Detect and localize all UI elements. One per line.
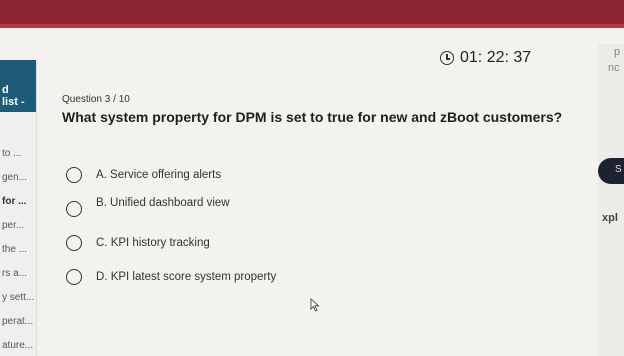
monitor-bezel-top: [0, 0, 624, 24]
nav-item[interactable]: ature...: [2, 340, 33, 351]
right-panel-text: p: [614, 46, 621, 58]
option-d[interactable]: D. KPI latest score system property: [66, 269, 276, 285]
option-b[interactable]: B. Unified dashboard view: [66, 197, 230, 217]
navigator-header-line: d: [2, 84, 9, 96]
right-side-panel: p nc xpl: [598, 44, 624, 356]
nav-item[interactable]: per...: [2, 220, 24, 231]
nav-item[interactable]: the ...: [2, 244, 27, 255]
option-a[interactable]: A. Service offering alerts: [66, 167, 221, 183]
question-counter: Question 3 / 10: [62, 94, 130, 105]
right-panel-text: nc: [608, 62, 620, 74]
option-c[interactable]: C. KPI history tracking: [66, 235, 210, 251]
side-toggle-button[interactable]: S: [598, 158, 624, 184]
mouse-cursor-icon: [310, 298, 320, 312]
nav-item[interactable]: for ...: [2, 196, 26, 207]
nav-item[interactable]: perat...: [2, 316, 33, 327]
option-label: B. Unified dashboard view: [96, 197, 230, 209]
right-panel-text: xpl: [602, 212, 618, 224]
radio-button[interactable]: [66, 235, 82, 251]
timer-value: 01: 22: 37: [460, 49, 532, 66]
nav-item[interactable]: rs a...: [2, 268, 27, 279]
countdown-timer: 01: 22: 37: [440, 49, 531, 67]
question-text: What system property for DPM is set to t…: [62, 109, 563, 125]
nav-item[interactable]: to ...: [2, 148, 21, 159]
radio-button[interactable]: [66, 167, 82, 183]
navigator-header-line: list -: [2, 96, 25, 108]
clock-icon: [440, 51, 454, 65]
option-label: C. KPI history tracking: [96, 237, 210, 249]
side-toggle-label: S: [615, 164, 622, 175]
radio-button[interactable]: [66, 269, 82, 285]
nav-item[interactable]: gen...: [2, 172, 27, 183]
nav-item[interactable]: y sett...: [2, 292, 34, 303]
option-label: A. Service offering alerts: [96, 169, 222, 181]
radio-button[interactable]: [66, 201, 82, 217]
option-label: D. KPI latest score system property: [96, 271, 277, 283]
navigator-header: d list -: [0, 60, 36, 112]
